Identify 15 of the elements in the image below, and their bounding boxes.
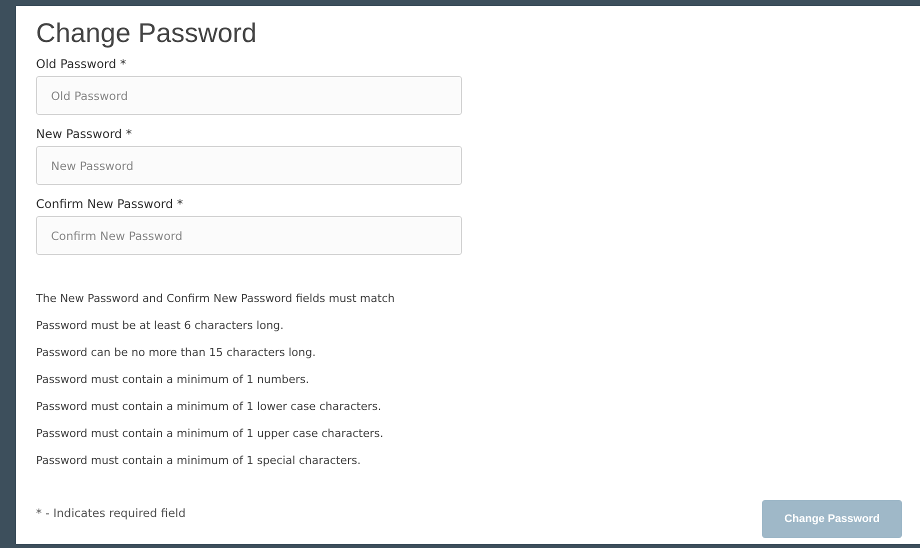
field-label: Old Password *: [36, 57, 128, 71]
password-field[interactable]: Old Password: [36, 76, 462, 115]
password-field[interactable]: Confirm New Password: [36, 216, 462, 255]
password-rule: Password can be no more than 15 characters long.: [36, 345, 317, 361]
password-rule: Password must be at least 6 characters long.: [36, 318, 285, 334]
password-rule: Password must contain a minimum of 1 lower case characters.: [36, 399, 382, 415]
field-label: New Password *: [36, 127, 133, 141]
password-rule: Password must contain a minimum of 1 upper case characters.: [36, 426, 384, 442]
password-field[interactable]: New Password: [36, 146, 462, 185]
page-title: Change Password: [36, 18, 258, 49]
password-rule: Password must contain a minimum of 1 special characters.: [36, 453, 362, 469]
password-rule: Password must contain a minimum of 1 numbers.: [36, 372, 310, 388]
required-note: * - Indicates required field: [36, 506, 186, 520]
password-rule: The New Password and Confirm New Password fields must match: [36, 291, 396, 307]
field-label: Confirm New Password *: [36, 197, 184, 211]
